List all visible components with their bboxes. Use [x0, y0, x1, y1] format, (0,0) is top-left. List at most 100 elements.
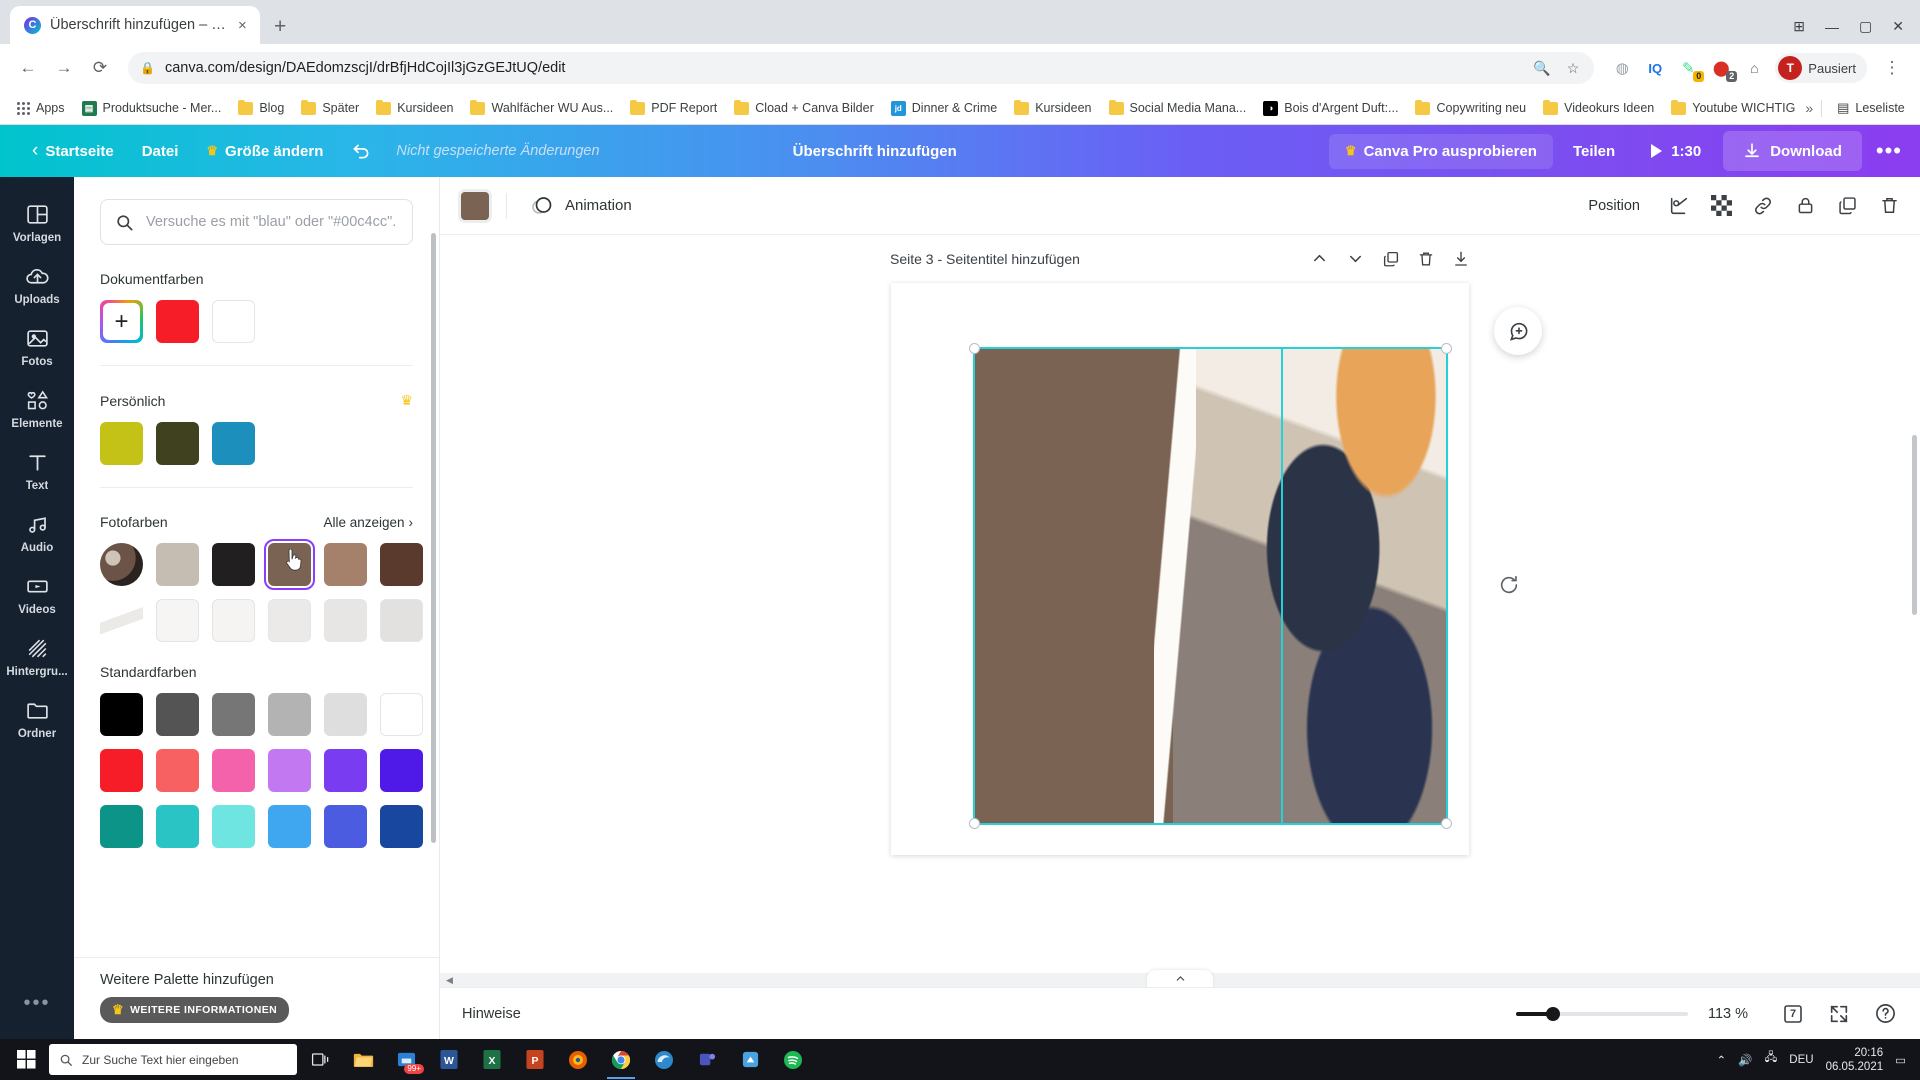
sidebar-item-text[interactable]: Text — [0, 439, 74, 501]
maximize-button[interactable]: ▢ — [1859, 18, 1872, 35]
swatch-gray[interactable] — [212, 693, 255, 736]
link-icon[interactable] — [1750, 193, 1776, 219]
zoom-slider[interactable] — [1516, 1006, 1688, 1021]
sidebar-item-fotos[interactable]: Fotos — [0, 315, 74, 377]
swatch-aqua[interactable] — [212, 805, 255, 848]
bookmark-item[interactable]: Kursideen — [1007, 97, 1098, 119]
close-window-button[interactable]: ✕ — [1892, 18, 1904, 35]
reload-icon[interactable]: ⟳ — [84, 52, 116, 84]
rail-more-button[interactable]: ••• — [23, 992, 50, 1015]
language-indicator[interactable]: DEU — [1789, 1054, 1813, 1066]
swatch-salmon[interactable] — [156, 749, 199, 792]
swatch-near-black[interactable] — [212, 543, 255, 586]
selected-color-button[interactable] — [458, 188, 492, 223]
resize-button[interactable]: ♛ Größe ändern — [192, 135, 337, 168]
adblock-extension-icon[interactable]: ⬤ 2 — [1709, 56, 1738, 82]
swatch-white[interactable] — [212, 300, 255, 343]
bookmark-item[interactable]: Youtube WICHTIG — [1664, 97, 1802, 119]
bookmark-item[interactable]: Wahlfächer WU Aus... — [463, 97, 620, 119]
swatch-sky-blue[interactable] — [268, 805, 311, 848]
home-button[interactable]: ‹ Startseite — [18, 132, 128, 170]
powerpoint-icon[interactable]: P — [515, 1040, 555, 1079]
zoom-slider-knob[interactable] — [1546, 1006, 1560, 1021]
panel-scrollbar[interactable] — [431, 233, 436, 843]
design-page[interactable] — [891, 283, 1542, 855]
sidebar-item-audio[interactable]: Audio — [0, 501, 74, 563]
position-button[interactable]: Position — [1578, 192, 1650, 220]
swatch-light-gray-2[interactable] — [324, 599, 367, 642]
close-icon[interactable]: × — [238, 18, 247, 33]
chrome-menu-icon[interactable]: ⋮ — [1876, 52, 1908, 84]
swatch-light-gray-1[interactable] — [268, 599, 311, 642]
bookmarks-overflow-icon[interactable]: » — [1805, 100, 1813, 116]
canvas-vertical-scrollbar[interactable] — [1912, 435, 1917, 615]
canvas-area[interactable]: Seite 3 - Seitentitel hinzufügen ◀ — [440, 235, 1920, 987]
swatch-light-gray-3[interactable] — [380, 599, 423, 642]
swatch-tan[interactable] — [324, 543, 367, 586]
bookmark-star-icon[interactable]: ☆ — [1564, 60, 1583, 77]
expand-icon[interactable] — [1826, 1001, 1852, 1027]
unknown-app-icon[interactable] — [730, 1040, 770, 1079]
sidebar-item-ordner[interactable]: Ordner — [0, 687, 74, 749]
bookmark-item[interactable]: Social Media Mana... — [1102, 97, 1254, 119]
browser-tab[interactable]: C Überschrift hinzufügen – Logo × — [10, 6, 260, 44]
file-explorer-icon[interactable] — [343, 1040, 383, 1079]
swatch-off-white-1[interactable] — [156, 599, 199, 642]
swatch-indigo[interactable] — [380, 749, 423, 792]
bookmark-item[interactable]: ▤ Produktsuche - Mer... — [75, 97, 229, 120]
teams-icon[interactable] — [687, 1040, 727, 1079]
pages-grid-icon[interactable]: 7 — [1780, 1001, 1806, 1027]
swatch-blue-violet[interactable] — [324, 805, 367, 848]
swatch-white[interactable] — [380, 693, 423, 736]
swatch-teal-blue[interactable] — [212, 422, 255, 465]
chrome-icon[interactable] — [601, 1040, 641, 1079]
minimize-button[interactable]: — — [1825, 19, 1839, 35]
clock[interactable]: 20:16 06.05.2021 — [1826, 1046, 1884, 1074]
swatch-red[interactable] — [156, 300, 199, 343]
undo-button[interactable] — [337, 133, 386, 170]
forward-icon[interactable]: → — [48, 52, 80, 84]
photo-element[interactable] — [975, 349, 1446, 823]
add-comment-icon[interactable] — [1494, 307, 1542, 355]
show-all-photo-colors[interactable]: Alle anzeigen › — [323, 515, 413, 530]
canva-pro-button[interactable]: ♛ Canva Pro ausprobieren — [1328, 133, 1553, 169]
volume-icon[interactable]: 🔊 — [1738, 1053, 1752, 1067]
swatch-pink[interactable] — [212, 749, 255, 792]
search-icon[interactable]: 🔍 — [1530, 60, 1553, 77]
swatch-turquoise[interactable] — [156, 805, 199, 848]
add-color-button[interactable]: + — [100, 300, 143, 343]
bookmark-item[interactable]: Kursideen — [369, 97, 460, 119]
windows-start-icon[interactable] — [6, 1040, 46, 1079]
add-page-icon[interactable] — [1452, 250, 1470, 268]
store-icon[interactable]: 99+ — [386, 1040, 426, 1079]
task-view-icon[interactable] — [300, 1040, 340, 1079]
tray-expand-icon[interactable]: ⌃ — [1716, 1053, 1726, 1067]
spotify-icon[interactable] — [773, 1040, 813, 1079]
more-info-button[interactable]: ♛ WEITERE INFORMATIONEN — [100, 997, 290, 1023]
trash-icon[interactable] — [1876, 193, 1902, 219]
move-down-icon[interactable] — [1346, 249, 1365, 268]
page-title-label[interactable]: Seite 3 - Seitentitel hinzufügen — [890, 251, 1080, 267]
help-icon[interactable] — [1872, 1001, 1898, 1027]
taskbar-search[interactable]: Zur Suche Text hier eingeben — [49, 1044, 297, 1075]
swatch-red[interactable] — [100, 749, 143, 792]
sidebar-item-videos[interactable]: Videos — [0, 563, 74, 625]
bookmark-item[interactable]: Cload + Canva Bilder — [727, 97, 880, 119]
word-icon[interactable]: W — [429, 1040, 469, 1079]
photo-thumbnail-2[interactable] — [100, 599, 143, 642]
notification-icon[interactable]: ▭ — [1895, 1053, 1906, 1067]
lock-icon[interactable] — [1792, 193, 1818, 219]
selected-element-frame[interactable] — [969, 307, 1542, 829]
bookmark-apps[interactable]: Apps — [10, 97, 72, 119]
bookmark-item[interactable]: Videokurs Ideen — [1536, 97, 1661, 119]
duplicate-icon[interactable] — [1834, 193, 1860, 219]
transparency-icon[interactable] — [1708, 193, 1734, 219]
home-extension-icon[interactable]: ⌂ — [1742, 56, 1766, 80]
crop-icon[interactable] — [1666, 193, 1692, 219]
swatch-pale-gray[interactable] — [324, 693, 367, 736]
document-title[interactable]: Überschrift hinzufügen — [779, 135, 971, 168]
present-button[interactable]: 1:30 — [1635, 134, 1717, 169]
ghost-extension-icon[interactable]: ◍ — [1610, 56, 1634, 80]
swatch-mid-gray[interactable] — [268, 693, 311, 736]
swatch-off-white-2[interactable] — [212, 599, 255, 642]
